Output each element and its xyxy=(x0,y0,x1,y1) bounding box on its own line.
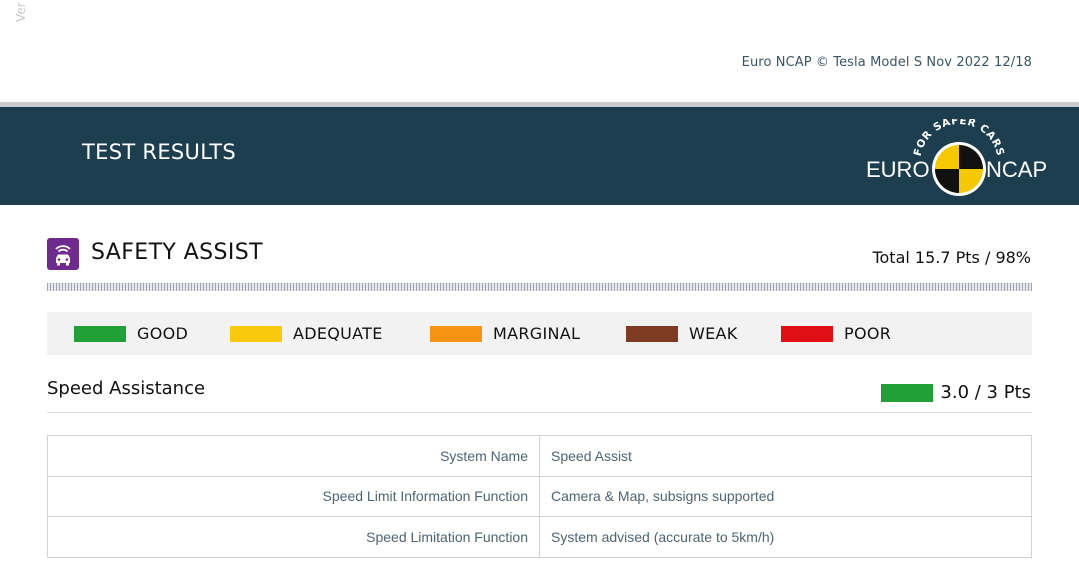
legend-label: POOR xyxy=(844,324,892,343)
row-label: Speed Limit Information Function xyxy=(47,475,540,517)
table-row: Speed Limit Information Function Camera … xyxy=(47,475,1032,517)
legend-swatch-weak xyxy=(626,325,678,342)
document-header: Euro NCAP © Tesla Model S Nov 2022 12/18 xyxy=(741,55,1032,70)
euro-ncap-logo: FOR SAFER CARS EURO NCAP xyxy=(866,119,1047,196)
legend-item-adequate: ADEQUATE xyxy=(230,312,383,355)
rating-bar xyxy=(881,383,934,402)
legend-swatch-poor xyxy=(781,325,833,342)
section-title: SAFETY ASSIST xyxy=(91,240,263,265)
row-label: Speed Limitation Function xyxy=(47,516,540,558)
row-value: System advised (accurate to 5km/h) xyxy=(539,516,1032,558)
banner-title: TEST RESULTS xyxy=(82,140,237,164)
legend-item-poor: POOR xyxy=(781,312,891,355)
legend-label: WEAK xyxy=(689,324,738,343)
legend-item-good: GOOD xyxy=(74,312,188,355)
car-wifi-icon xyxy=(47,238,79,270)
legend-item-weak: WEAK xyxy=(626,312,738,355)
legend-swatch-adequate xyxy=(230,325,282,342)
section-divider xyxy=(47,283,1032,291)
legend-swatch-marginal xyxy=(430,325,482,342)
subsection-score: 3.0 / 3 Pts xyxy=(881,382,1031,403)
side-label: Ver xyxy=(10,0,32,28)
legend-swatch-good xyxy=(74,325,126,342)
results-banner: TEST RESULTS FOR SAFER CARS EURO NCAP xyxy=(0,107,1079,205)
section-total: Total 15.7 Pts / 98% xyxy=(872,248,1031,267)
legend-label: MARGINAL xyxy=(493,324,581,343)
logo-quadrant-2 xyxy=(935,169,959,193)
logo-ncap-text: NCAP xyxy=(986,157,1047,182)
legend-label: GOOD xyxy=(137,324,189,343)
row-value: Speed Assist xyxy=(539,435,1032,477)
logo-quadrant-1 xyxy=(959,145,983,169)
side-label-text: Ver xyxy=(14,2,28,22)
legend-item-marginal: MARGINAL xyxy=(430,312,580,355)
results-table: System Name Speed Assist Speed Limit Inf… xyxy=(47,435,1032,558)
subsection-title: Speed Assistance xyxy=(47,378,206,399)
table-row: Speed Limitation Function System advised… xyxy=(47,516,1032,558)
score-text: 3.0 / 3 Pts xyxy=(940,382,1031,403)
row-label: System Name xyxy=(47,435,540,477)
row-value: Camera & Map, subsigns supported xyxy=(539,475,1032,517)
logo-euro-text: EURO xyxy=(866,157,930,182)
legend-label: ADEQUATE xyxy=(293,324,383,343)
table-row: System Name Speed Assist xyxy=(47,435,1032,477)
rating-legend: GOOD ADEQUATE MARGINAL WEAK POOR xyxy=(47,312,1032,355)
subsection-divider xyxy=(47,412,1032,413)
